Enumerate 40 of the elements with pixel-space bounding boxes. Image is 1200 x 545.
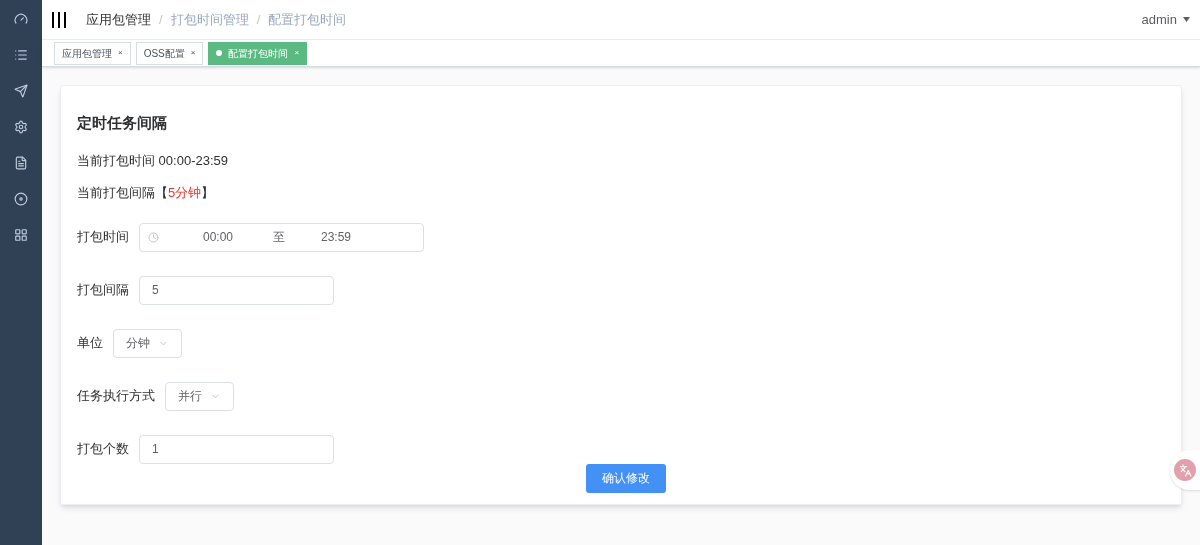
tab-label: OSS配置	[143, 46, 185, 61]
range-separator: 至	[273, 229, 285, 246]
input-field[interactable]: 1	[139, 434, 334, 464]
end-time: 23:59	[321, 229, 352, 246]
user-menu[interactable]: admin	[1141, 9, 1177, 30]
settings-icon[interactable]	[14, 120, 28, 134]
page-tab[interactable]: 应用包管理 ×	[54, 41, 131, 65]
field-label: 打包时间	[77, 228, 129, 247]
breadcrumb-separator: /	[159, 10, 163, 29]
input-field[interactable]: 5	[139, 275, 334, 305]
translate-icon	[1178, 463, 1192, 477]
select-value: 分钟	[126, 335, 150, 352]
field-label: 单位	[77, 334, 103, 353]
menu-toggle-icon[interactable]	[52, 11, 66, 28]
breadcrumb-item[interactable]: 应用包管理	[86, 9, 151, 30]
grid-icon[interactable]	[14, 228, 28, 242]
current-interval-text: 当前打包间隔【5分钟】	[77, 184, 216, 202]
field-label: 打包间隔	[77, 281, 129, 300]
current-time-text: 当前打包时间 00:00-23:59	[77, 151, 229, 170]
time-range-field[interactable]: 00:00 至 23:59	[139, 222, 424, 252]
caret-icon	[1183, 17, 1190, 22]
tab-label: 应用包管理	[62, 46, 112, 61]
list-icon[interactable]	[14, 48, 28, 62]
field-label: 打包个数	[77, 440, 129, 459]
dashboard-icon[interactable]	[14, 12, 28, 26]
clock-icon	[148, 231, 159, 243]
tab-close-icon[interactable]: ×	[118, 47, 123, 59]
breadcrumb-separator: /	[256, 10, 261, 29]
field-label: 任务执行方式	[77, 387, 155, 406]
start-time: 00:00	[203, 229, 235, 246]
document-icon[interactable]	[14, 156, 28, 170]
select-field[interactable]: 分钟	[113, 328, 182, 358]
page-tab[interactable]: OSS配置 ×	[135, 41, 204, 65]
card-title: 定时任务间隔	[77, 113, 168, 133]
disc-icon[interactable]	[14, 192, 28, 206]
tab-label: 配置打包时间	[228, 46, 289, 61]
select-value: 并行	[178, 388, 202, 405]
select-field[interactable]: 并行	[165, 381, 234, 411]
tab-close-icon[interactable]: ×	[190, 47, 196, 59]
paper-plane-icon[interactable]	[14, 84, 28, 98]
